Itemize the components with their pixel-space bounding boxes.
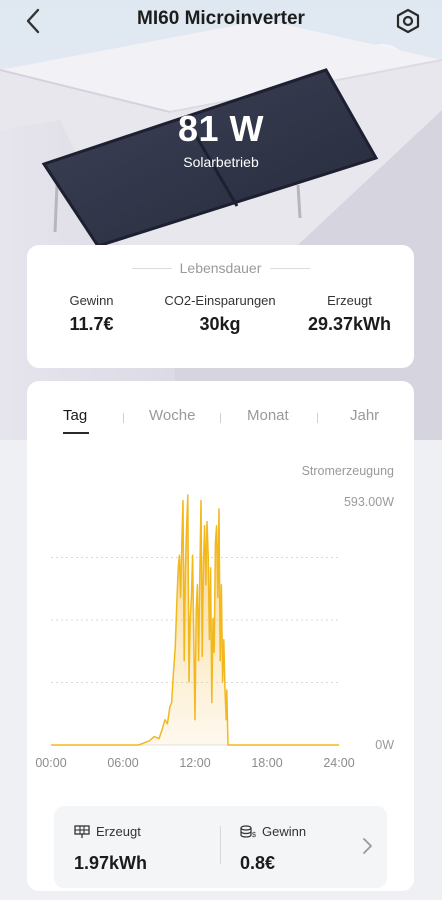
settings-button[interactable] <box>394 7 422 35</box>
summary-profit-label-text: Gewinn <box>262 824 307 839</box>
lifetime-card: Lebensdauer Gewinn 11.7€ CO2-Einsparunge… <box>27 245 414 368</box>
y-min-label: 0W <box>375 738 394 752</box>
x-tick-label: 12:00 <box>179 756 210 770</box>
summary-profit-value: 0.8€ <box>240 853 276 873</box>
x-tick-label: 24:00 <box>323 756 354 770</box>
x-tick-label: 00:00 <box>35 756 66 770</box>
summary-generated-value: 1.97kWh <box>74 853 148 873</box>
summary-profit-label: $ Gewinn <box>240 824 306 839</box>
house-solar-illustration <box>0 20 442 440</box>
daily-summary-button[interactable]: Erzeugt 1.97kWh $ Gewinn 0.8€ <box>54 806 387 888</box>
solar-panel-icon <box>74 824 90 838</box>
production-chart: Stromerzeugung 593.00W 0W 00:00 06:00 12:0… <box>35 464 394 770</box>
y-max-label: 593.00W <box>344 495 394 509</box>
summary-generated-label: Erzeugt <box>74 824 141 839</box>
settings-hexagon-icon <box>396 8 420 34</box>
stat-generated: Erzeugt 29.37kWh <box>297 293 402 335</box>
operating-mode-label: Solarbetrieb <box>183 154 259 170</box>
x-tick-label: 18:00 <box>251 756 282 770</box>
page-title: MI60 Microinverter <box>137 8 305 29</box>
stat-generated-label: Erzeugt <box>327 293 372 308</box>
svg-text:$: $ <box>252 832 256 839</box>
lifetime-title: Lebensdauer <box>27 260 414 276</box>
production-card: Tag Woche Monat Jahr Stromerzeugung 593.… <box>27 381 414 891</box>
chart-title: Stromerzeugung <box>302 464 394 478</box>
current-power-value: 81 W <box>177 108 265 149</box>
title-divider-right <box>270 268 310 269</box>
stat-profit-label: Gewinn <box>69 293 114 308</box>
chevron-right-icon <box>363 838 372 854</box>
stat-co2-value: 30kg <box>199 314 241 334</box>
stat-profit: Gewinn 11.7€ <box>49 293 134 335</box>
lifetime-title-text: Lebensdauer <box>179 260 262 276</box>
production-line <box>51 494 339 746</box>
summary-generated-label-text: Erzeugt <box>96 824 141 839</box>
title-divider-left <box>132 268 172 269</box>
x-tick-label: 06:00 <box>107 756 138 770</box>
stat-co2: CO2-Einsparungen 30kg <box>155 293 285 335</box>
top-bar: MI60 Microinverter <box>0 0 442 40</box>
stat-profit-value: 11.7€ <box>69 314 114 334</box>
summary-divider <box>220 826 221 864</box>
hero-illustration <box>0 0 442 440</box>
stat-co2-label: CO2-Einsparungen <box>164 293 276 308</box>
coins-icon: $ <box>240 824 256 839</box>
stat-generated-value: 29.37kWh <box>307 314 392 334</box>
